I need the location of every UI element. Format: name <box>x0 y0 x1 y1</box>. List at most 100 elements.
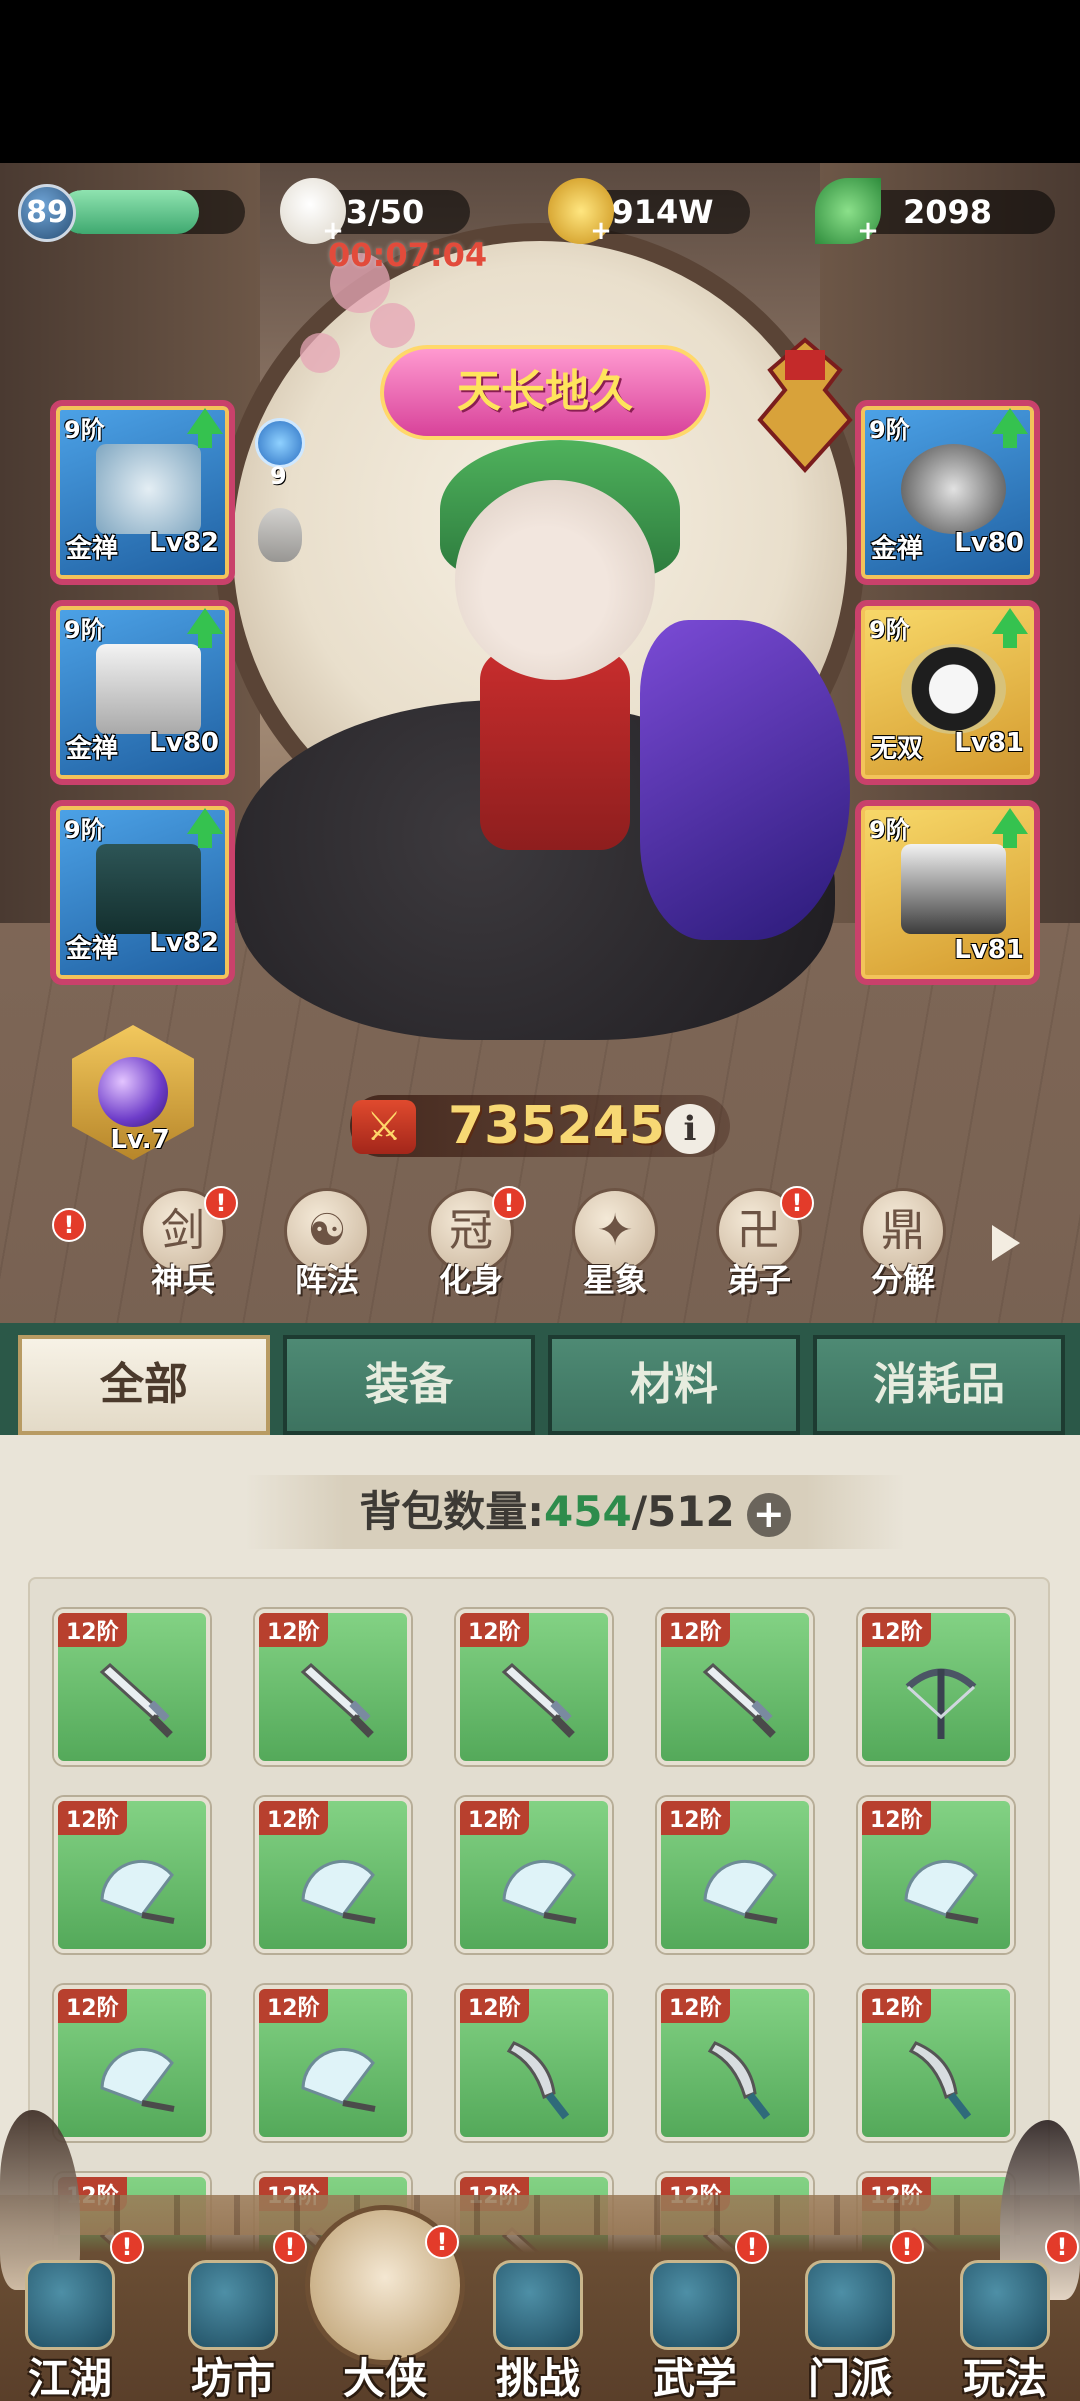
equip-name: 无双 <box>871 734 924 764</box>
bag-slot[interactable]: 12阶 <box>255 1985 411 2141</box>
scroll-right-icon[interactable] <box>992 1225 1020 1261</box>
function-astrology[interactable]: ✦ 星象 <box>560 1180 670 1300</box>
nav-label: 江湖 <box>27 2354 112 2401</box>
equip-slot-armor[interactable]: 9阶 金禅 Lv80 <box>50 600 235 785</box>
notification-badge: ! <box>273 2230 307 2264</box>
bag-used: 454 <box>544 1487 632 1536</box>
slot-stage: 12阶 <box>460 1801 529 1835</box>
equip-slot-weapon[interactable]: 9阶 金禅 Lv82 <box>50 400 235 585</box>
slot-stage: 12阶 <box>259 1613 328 1647</box>
equip-level: Lv80 <box>954 528 1024 558</box>
fan-icon <box>695 1845 785 1935</box>
nav-market[interactable]: 坊市 ! <box>163 2230 307 2401</box>
equip-footer: 无双 Lv81 <box>861 728 1034 765</box>
fan-icon <box>293 1845 383 1935</box>
equip-stage: 9阶 <box>869 816 910 844</box>
equip-slot-boots[interactable]: 9阶 Lv81 <box>855 800 1040 985</box>
slot-stage: 12阶 <box>259 1989 328 2023</box>
dragon-icon[interactable] <box>745 330 865 480</box>
equip-name: 金禅 <box>871 534 924 564</box>
expand-bag-button[interactable]: + <box>746 1492 791 1537</box>
equip-footer: 金禅 Lv82 <box>56 528 229 565</box>
market-icon <box>188 2260 278 2350</box>
equip-slot-bracelet[interactable]: 9阶 金禅 Lv80 <box>855 400 1040 585</box>
bag-slot[interactable]: 12阶 <box>456 1609 612 1765</box>
nav-jianghu[interactable]: 江湖 ! <box>0 2230 144 2401</box>
equip-footer: Lv81 <box>861 935 1034 965</box>
info-button[interactable]: i <box>665 1104 715 1154</box>
bag-slot[interactable]: 12阶 <box>657 1797 813 1953</box>
function-label: 化身 <box>438 1261 503 1299</box>
bag-slot[interactable]: 12阶 <box>657 1985 813 2141</box>
temple-icon <box>805 2260 895 2350</box>
slot-stage: 12阶 <box>460 1989 529 2023</box>
nav-gameplay[interactable]: 玩法 ! <box>935 2230 1079 2401</box>
function-decompose[interactable]: 鼎 分解 <box>848 1180 958 1300</box>
tab-equipment[interactable]: 装备 <box>283 1335 535 1435</box>
yin-yang-icon <box>901 644 1006 734</box>
blossom-decoration <box>370 303 415 348</box>
swirl-count: 9 <box>270 462 287 490</box>
nav-sect[interactable]: 门派 ! <box>780 2230 924 2401</box>
exp-bar <box>60 190 245 234</box>
nav-label: 坊市 <box>190 2354 275 2401</box>
bag-slot[interactable]: 12阶 <box>255 1609 411 1765</box>
add-coins-icon[interactable]: + <box>590 218 612 244</box>
function-disciple[interactable]: 卍 弟子 ! <box>704 1180 814 1300</box>
nav-hero[interactable]: 大侠 ! <box>315 2225 459 2401</box>
book-icon <box>650 2260 740 2350</box>
equip-level: Lv82 <box>149 928 219 958</box>
function-label: 神兵 <box>150 1261 215 1299</box>
player-level[interactable]: 89 <box>18 184 76 242</box>
bag-slot[interactable]: 12阶 <box>255 1797 411 1953</box>
equip-footer: 金禅 Lv80 <box>56 728 229 765</box>
function-formation[interactable]: ☯ 阵法 <box>272 1180 382 1300</box>
resource-bar: 89 3/50 + 914W + 2098 + <box>0 172 1080 252</box>
bag-slot[interactable]: 12阶 <box>858 1797 1014 1953</box>
nav-challenge[interactable]: 挑战 <box>468 2250 608 2401</box>
upgrade-arrow-icon <box>992 408 1028 448</box>
bag-slot[interactable]: 12阶 <box>456 1797 612 1953</box>
bag-slot[interactable]: 12阶 <box>858 1609 1014 1765</box>
equip-footer: 金禅 Lv82 <box>56 928 229 965</box>
hero-face[interactable] <box>455 480 655 680</box>
function-avatar[interactable]: 冠 化身 ! <box>416 1180 526 1300</box>
pants-icon <box>96 844 201 934</box>
fan-icon <box>92 1845 182 1935</box>
tab-all[interactable]: 全部 <box>18 1335 270 1435</box>
equip-stage: 9阶 <box>869 616 910 644</box>
add-leaves-icon[interactable]: + <box>857 218 879 244</box>
function-divine-weapon[interactable]: 剑 神兵 ! <box>128 1180 238 1300</box>
slot-stage: 12阶 <box>58 1613 127 1647</box>
boots-icon <box>901 844 1006 934</box>
slot-stage: 12阶 <box>862 1801 931 1835</box>
upgrade-arrow-icon <box>187 608 223 648</box>
robe-icon <box>96 644 201 734</box>
flame-icon[interactable] <box>258 508 302 562</box>
equip-slot-talisman[interactable]: 9阶 无双 Lv81 <box>855 600 1040 785</box>
bag-capacity-label: 背包数量: <box>359 1487 545 1536</box>
bag-slot[interactable]: 12阶 <box>54 1797 210 1953</box>
orb-level: Lv.7 <box>110 1125 170 1155</box>
bag-slot[interactable]: 12阶 <box>858 1985 1014 2141</box>
sword-icon <box>695 1657 785 1747</box>
crossed-swords-icon: ⚔ <box>352 1100 416 1154</box>
nav-label: 玩法 <box>962 2354 1047 2401</box>
bag-slot[interactable]: 12阶 <box>456 1985 612 2141</box>
nav-label: 大侠 <box>342 2354 427 2401</box>
bag-slot[interactable]: 12阶 <box>657 1609 813 1765</box>
bag-slot[interactable]: 12阶 <box>54 1985 210 2141</box>
slot-stage: 12阶 <box>460 1613 529 1647</box>
spirit-orb-icon[interactable] <box>98 1057 168 1127</box>
tab-consumables[interactable]: 消耗品 <box>813 1335 1065 1435</box>
title-banner: 天长地久 <box>380 345 710 440</box>
bag-slot[interactable]: 12阶 <box>54 1609 210 1765</box>
tab-materials[interactable]: 材料 <box>548 1335 800 1435</box>
swirl-icon[interactable] <box>255 418 305 468</box>
nav-martial-arts[interactable]: 武学 ! <box>625 2230 769 2401</box>
bracelet-icon <box>901 444 1006 534</box>
notification-badge: ! <box>492 1186 526 1220</box>
nav-label: 挑战 <box>495 2354 580 2401</box>
upgrade-arrow-icon <box>187 408 223 448</box>
equip-slot-pants[interactable]: 9阶 金禅 Lv82 <box>50 800 235 985</box>
